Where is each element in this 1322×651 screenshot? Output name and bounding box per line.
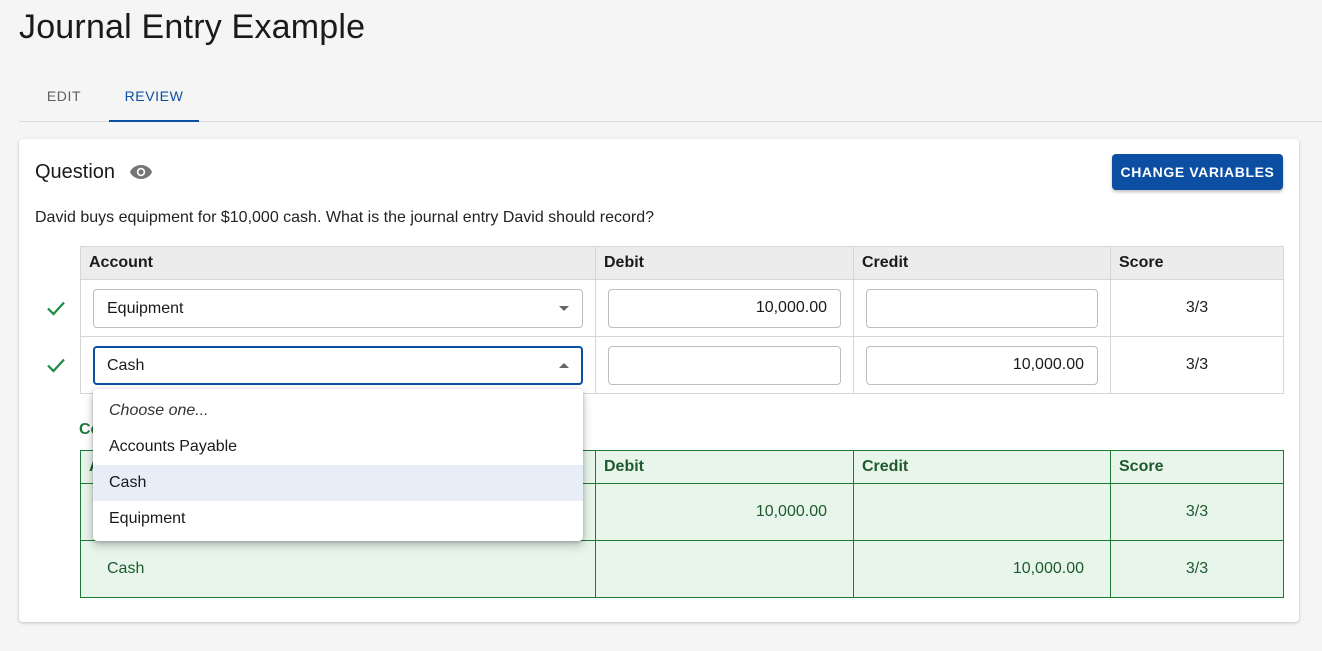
debit-cell <box>595 540 854 598</box>
dropdown-option-cash[interactable]: Cash <box>93 465 583 501</box>
chevron-down-icon <box>559 305 569 311</box>
change-variables-button[interactable]: CHANGE VARIABLES <box>1112 154 1283 190</box>
eye-icon[interactable] <box>129 163 153 181</box>
table-row: Equipment 3/3 <box>80 279 1284 337</box>
column-header-debit: Debit <box>595 246 854 280</box>
account-select-value: Equipment <box>107 299 184 317</box>
dropdown-option-accounts-payable[interactable]: Accounts Payable <box>93 429 583 465</box>
credit-cell <box>853 483 1111 541</box>
account-select-value: Cash <box>107 356 145 374</box>
account-select[interactable]: Cash <box>93 345 583 385</box>
question-card: Question CHANGE VARIABLES David buys equ… <box>19 139 1299 622</box>
account-dropdown-menu: Choose one... Accounts Payable Cash Equi… <box>93 389 583 541</box>
score-value: 3/3 <box>1110 279 1284 337</box>
column-header-score: Score <box>1110 450 1284 484</box>
question-text: David buys equipment for $10,000 cash. W… <box>35 209 655 226</box>
table-row: Cash 3/3 <box>80 336 1284 394</box>
account-cell: Cash <box>80 540 596 598</box>
score-value: 3/3 <box>1110 336 1284 394</box>
journal-entry-table: Account Debit Credit Score Equipment 3/3 <box>80 246 1284 394</box>
column-header-credit: Credit <box>853 246 1111 280</box>
table-header-row: Account Debit Credit Score <box>80 246 1284 280</box>
tab-edit[interactable]: EDIT <box>19 72 109 121</box>
debit-input[interactable] <box>608 288 841 328</box>
question-heading: Question <box>35 161 116 183</box>
table-row: Cash 10,000.00 3/3 <box>80 540 1284 598</box>
credit-cell: 10,000.00 <box>853 540 1111 598</box>
column-header-debit: Debit <box>595 450 854 484</box>
dropdown-option-placeholder[interactable]: Choose one... <box>93 393 583 429</box>
score-value: 3/3 <box>1110 540 1284 598</box>
column-header-account: Account <box>80 246 596 280</box>
credit-input[interactable] <box>866 288 1098 328</box>
dropdown-option-equipment[interactable]: Equipment <box>93 501 583 537</box>
check-icon <box>47 301 65 316</box>
page-title: Journal Entry Example <box>19 8 366 46</box>
account-select[interactable]: Equipment <box>93 288 583 328</box>
column-header-score: Score <box>1110 246 1284 280</box>
score-value: 3/3 <box>1110 483 1284 541</box>
credit-input[interactable] <box>866 345 1098 385</box>
column-header-credit: Credit <box>853 450 1111 484</box>
debit-input[interactable] <box>608 345 841 385</box>
check-icon <box>47 358 65 373</box>
chevron-up-icon <box>559 362 569 368</box>
debit-cell: 10,000.00 <box>595 483 854 541</box>
tab-bar: EDIT REVIEW <box>19 72 1322 122</box>
tab-review[interactable]: REVIEW <box>109 72 199 122</box>
